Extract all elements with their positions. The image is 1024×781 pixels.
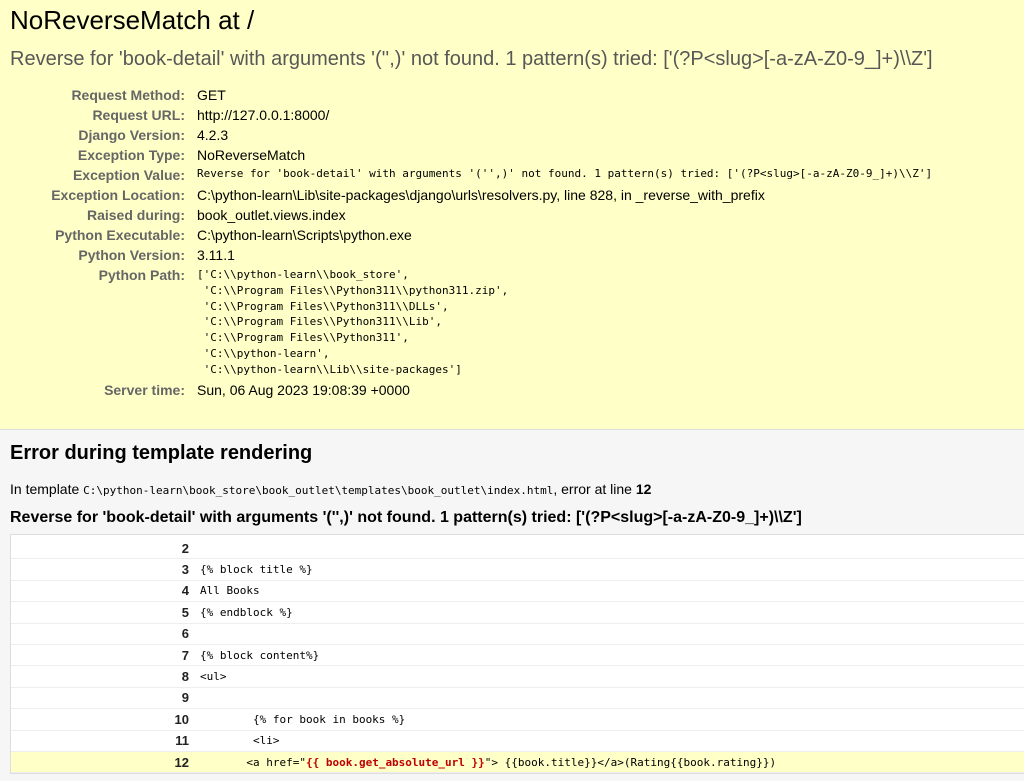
line-number: 7 (181, 647, 189, 663)
source-line: 11 <li> (11, 731, 1024, 752)
meta-row: Request Method: GET (10, 86, 932, 106)
line-number: 10 (174, 711, 189, 727)
error-line-number: 12 (635, 481, 652, 497)
line-code: <a href="{{ book.get_absolute_url }}"> {… (189, 756, 776, 769)
template-location: In template C:\python-learn\book_store\b… (10, 481, 652, 497)
source-line: 7 {% block content%} (11, 645, 1024, 667)
source-line-error: 12 <a href="{{ book.get_absolute_url }}"… (11, 751, 1024, 774)
line-code: <ul> (200, 670, 227, 684)
line-number: 12 (174, 754, 189, 770)
meta-label: Request URL: (92, 107, 185, 123)
source-line: 6 (11, 624, 1024, 645)
meta-label: Raised during: (86, 207, 185, 223)
python-path-entry: ['C:\\python-learn\\book_store', (197, 268, 409, 281)
source-line: 10 {% for book in books %} (11, 709, 1024, 731)
meta-value: 4.2.3 (197, 127, 229, 143)
meta-row: Python Version: 3.11.1 (10, 246, 932, 266)
line-code: {% for book in books %} (200, 712, 406, 726)
line-code: {% block title %} (200, 563, 313, 577)
template-path: C:\python-learn\book_store\book_outlet\t… (83, 484, 554, 497)
error-summary: NoReverseMatch at / Reverse for 'book-de… (0, 0, 1024, 430)
python-path-entry: 'C:\\Program Files\\Python311', (197, 331, 409, 345)
meta-label: Request Method: (71, 87, 185, 103)
meta-row-python-path: Python Path: ['C:\\python-learn\\book_st… (10, 266, 932, 381)
python-path-entry: 'C:\\Program Files\\Python311\\DLLs', (197, 299, 449, 313)
request-meta-table: Request Method: GET Request URL: http://127… (10, 86, 932, 401)
meta-value: C:\python-learn\Scripts\python.exe (197, 227, 412, 243)
source-line: 2 (11, 538, 1024, 560)
line-number: 3 (181, 562, 189, 578)
meta-label: Exception Location: (51, 187, 185, 203)
page-title: NoReverseMatch at / (10, 5, 255, 35)
meta-value: Reverse for 'book-detail' with arguments… (197, 167, 933, 180)
source-line: 4 All Books (11, 581, 1024, 603)
meta-value: book_outlet.views.index (197, 207, 346, 223)
meta-value: Sun, 06 Aug 2023 19:08:39 +0000 (197, 381, 410, 398)
meta-row-server-time: Server time: Sun, 06 Aug 2023 19:08:39 +… (10, 381, 932, 401)
source-line: 3 {% block title %} (11, 559, 1024, 581)
python-path-entry: 'C:\\python-learn\\Lib\\site-packages'] (197, 362, 462, 376)
line-number: 2 (181, 540, 189, 556)
python-path-list: ['C:\\python-learn\\book_store', 'C:\\Pr… (197, 266, 932, 381)
meta-value: http://127.0.0.1:8000/ (197, 107, 330, 123)
exception-message: Reverse for 'book-detail' with arguments… (10, 48, 933, 70)
python-path-entry: 'C:\\Program Files\\Python311\\Lib', (197, 315, 443, 329)
python-path-entry: 'C:\\python-learn', (197, 346, 330, 360)
line-code: All Books (200, 584, 260, 598)
source-line: 8 <ul> (11, 666, 1024, 688)
meta-value: NoReverseMatch (197, 147, 306, 163)
line-code: {% block content%} (200, 648, 320, 662)
meta-value: GET (197, 87, 226, 103)
meta-label: Python Version: (78, 247, 185, 263)
meta-label: Server time: (104, 381, 185, 398)
error-highlight: {{ book.get_absolute_url }} (305, 755, 485, 769)
meta-row: Request URL: http://127.0.0.1:8000/ (10, 106, 932, 126)
template-source-listing: 2 3 {% block title %} 4 All Books 5 {% endbloc… (10, 534, 1024, 775)
meta-label: Exception Type: (77, 147, 185, 163)
meta-row: Exception Location: C:\python-learn\Lib\s… (10, 186, 932, 206)
meta-label: Python Executable: (55, 227, 185, 243)
source-line: 5 {% endblock %} (11, 602, 1024, 624)
meta-value: C:\python-learn\Lib\site-packages\django… (197, 187, 765, 203)
line-number: 9 (181, 690, 189, 706)
template-error-section: Error during template rendering In templ… (0, 430, 1024, 781)
line-number: 11 (175, 733, 189, 749)
source-line: 9 (11, 688, 1024, 710)
line-number: 6 (181, 626, 189, 642)
line-number: 4 (181, 583, 189, 599)
python-path-entry: 'C:\\Program Files\\Python311\\python311… (197, 283, 509, 297)
line-number: 5 (181, 604, 189, 620)
meta-row: Exception Value: Reverse for 'book-detail… (10, 166, 932, 186)
meta-label: Python Path: (98, 267, 185, 283)
meta-row: Raised during: book_outlet.views.index (10, 206, 932, 226)
meta-label: Django Version: (78, 127, 185, 143)
code-fragment: <a href=" (200, 755, 306, 769)
template-error-message: Reverse for 'book-detail' with arguments… (10, 509, 802, 526)
meta-row: Django Version: 4.2.3 (10, 126, 932, 146)
line-number: 8 (181, 669, 189, 685)
line-code: <li> (200, 734, 280, 748)
meta-value: 3.11.1 (197, 247, 235, 263)
template-error-heading: Error during template rendering (10, 442, 313, 464)
line-code: {% endblock %} (200, 605, 293, 619)
meta-row: Python Executable: C:\python-learn\Script… (10, 226, 932, 246)
code-fragment: "> {{book.title}}</a>(Rating{{book.ratin… (484, 755, 777, 769)
meta-label: Exception Value: (72, 167, 185, 183)
meta-row: Exception Type: NoReverseMatch (10, 146, 932, 166)
